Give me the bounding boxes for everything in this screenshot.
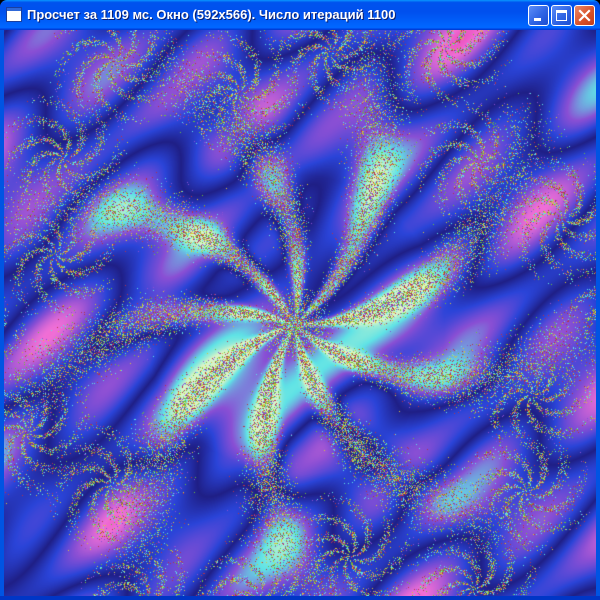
maximize-button[interactable] <box>551 5 572 26</box>
window-title: Просчет за 1109 мс. Окно (592x566). Числ… <box>27 7 396 22</box>
window-frame-bottom <box>0 596 600 600</box>
minimize-icon <box>534 18 541 21</box>
title-bar[interactable]: Просчет за 1109 мс. Окно (592x566). Числ… <box>0 0 600 30</box>
julia-fractal-canvas[interactable] <box>4 30 596 596</box>
app-window: Просчет за 1109 мс. Окно (592x566). Числ… <box>0 0 600 600</box>
close-button[interactable] <box>574 5 595 26</box>
minimize-button[interactable] <box>528 5 549 26</box>
app-window-icon[interactable] <box>6 7 22 22</box>
maximize-icon <box>556 10 567 21</box>
close-icon <box>578 9 591 22</box>
fractal-view[interactable] <box>4 30 596 596</box>
